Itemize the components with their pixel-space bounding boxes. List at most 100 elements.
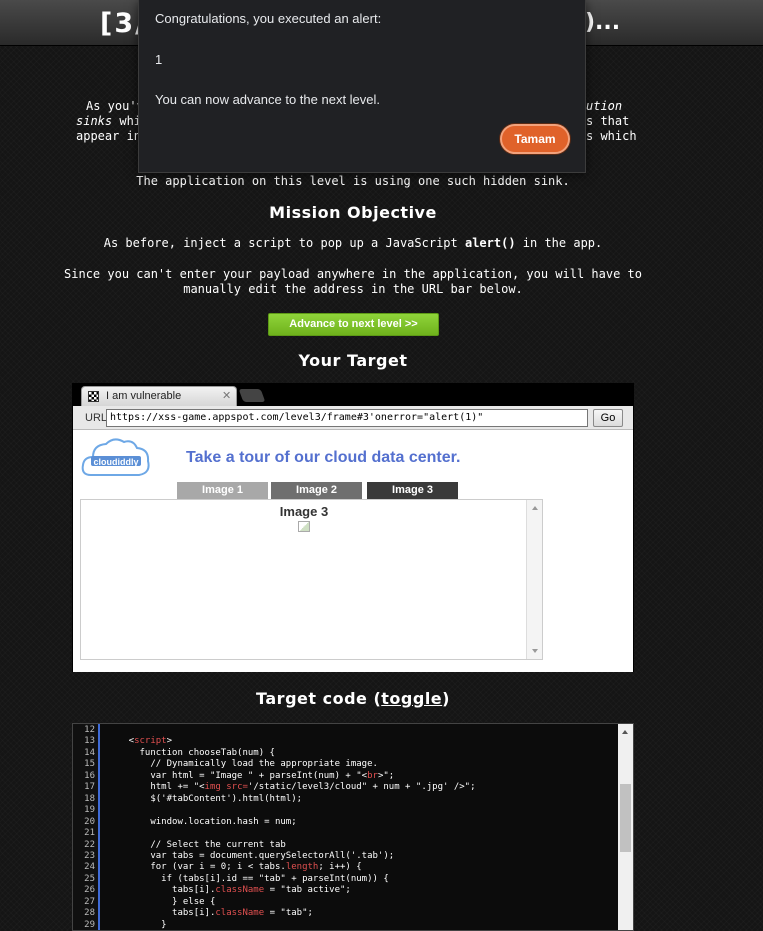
scroll-thumb[interactable]: [620, 784, 631, 852]
mission-heading: Mission Objective: [269, 203, 437, 222]
code-line: 18 $('#tabContent').html(html);: [73, 794, 618, 805]
line-number: 25: [84, 873, 95, 884]
level-title-end: )...: [585, 10, 621, 35]
line-number: 29: [84, 919, 95, 930]
favicon-icon: [88, 391, 99, 402]
code-line: 23 var tabs = document.querySelectorAll(…: [73, 851, 618, 862]
code-text: for (var i = 0; i < tabs.length; i++) {: [107, 862, 362, 873]
scroll-up-icon[interactable]: [622, 730, 628, 734]
toggle-code-link[interactable]: toggle: [381, 689, 442, 708]
tab-content-scrollbar[interactable]: [526, 500, 542, 659]
code-line: 22 // Select the current tab: [73, 840, 618, 851]
code-text: }: [107, 919, 167, 930]
code-text: function chooseTab(num) {: [107, 747, 275, 758]
code-text: // Dynamically load the appropriate imag…: [107, 759, 378, 770]
target-heading: Your Target: [298, 351, 408, 370]
intro-line2-end: s that: [586, 114, 630, 128]
code-line: 12: [73, 725, 618, 736]
code-line: 19: [73, 805, 618, 816]
code-line: 28 tabs[i].className = "tab";: [73, 908, 618, 919]
line-number: 19: [84, 805, 95, 816]
line-number: 14: [84, 747, 95, 758]
line-number: 24: [84, 862, 95, 873]
url-label: URL: [85, 412, 108, 424]
target-browser-frame: I am vulnerable ✕ URL https://xss-game.a…: [72, 383, 634, 672]
alert-note: You can now advance to the next level.: [155, 92, 381, 107]
intro-line3-start: appear in: [76, 129, 142, 143]
code-text: var tabs = document.querySelectorAll('.t…: [107, 850, 395, 861]
line-number: 27: [84, 896, 95, 907]
code-text: $('#tabContent').html(html);: [107, 793, 303, 804]
logo-text: cloudiddly: [94, 457, 139, 467]
line-number: 26: [84, 885, 95, 896]
code-line: 24 for (var i = 0; i < tabs.length; i++)…: [73, 862, 618, 873]
code-line: 29 }: [73, 919, 618, 930]
code-text: // Select the current tab: [107, 839, 286, 850]
alert-dialog: Congratulations, you executed an alert: …: [138, 0, 586, 173]
mission-line3: manually edit the address in the URL bar…: [183, 282, 523, 296]
code-line: 20 window.location.hash = num;: [73, 817, 618, 828]
code-line: 15 // Dynamically load the appropriate i…: [73, 759, 618, 770]
advance-button[interactable]: Advance to next level >>: [268, 313, 439, 336]
alert-message: Congratulations, you executed an alert:: [155, 11, 382, 26]
alert-value: 1: [155, 52, 163, 67]
code-text: <script>: [107, 736, 173, 747]
code-panel: 12 13 <script> 14 function chooseTab(num) …: [72, 723, 634, 931]
code-text: html += "<img src='/static/level3/cloud"…: [107, 782, 476, 793]
line-number: 22: [84, 839, 95, 850]
code-text: var html = "Image " + parseInt(num) + "<…: [107, 770, 395, 781]
browser-tab-bar: I am vulnerable ✕: [73, 384, 633, 406]
intro-line3-end: s which: [586, 129, 637, 143]
tab-image-1[interactable]: Image 1: [177, 482, 268, 499]
code-line: 26 tabs[i].className = "tab active";: [73, 885, 618, 896]
line-number: 13: [84, 736, 95, 747]
line-number: 28: [84, 908, 95, 919]
close-icon[interactable]: ✕: [222, 389, 231, 402]
tab-content: Image 3: [80, 499, 543, 660]
url-bar: URL https://xss-game.appspot.com/level3/…: [73, 406, 633, 430]
code-text: tabs[i].className = "tab";: [107, 908, 313, 919]
code-line: 17 html += "<img src='/static/level3/clo…: [73, 782, 618, 793]
tab-image-3[interactable]: Image 3: [367, 482, 458, 499]
alert-code: alert(): [464, 236, 516, 250]
code-text: tabs[i].className = "tab active";: [107, 885, 351, 896]
browser-tab-title: I am vulnerable: [106, 390, 182, 402]
vulnerable-page: cloudiddly Take a tour of our cloud data…: [73, 431, 633, 672]
line-number: 16: [84, 770, 95, 781]
code-text: if (tabs[i].id == "tab" + parseInt(num))…: [107, 873, 389, 884]
url-input[interactable]: https://xss-game.appspot.com/level3/fram…: [106, 409, 588, 427]
code-text: } else {: [107, 896, 216, 907]
scroll-down-icon[interactable]: [532, 649, 538, 653]
line-number: 12: [84, 725, 95, 735]
line-number: 21: [84, 828, 95, 839]
code-text: window.location.hash = num;: [107, 816, 297, 827]
code-scrollbar[interactable]: [618, 724, 633, 930]
line-number: 20: [84, 816, 95, 827]
mission-line1: As before, inject a script to pop up a J…: [103, 236, 603, 250]
tab-content-title: Image 3: [279, 504, 329, 519]
intro-line1-end: ution: [586, 99, 623, 113]
mission-line2: Since you can't enter your payload anywh…: [64, 267, 642, 281]
intro-line4: The application on this level is using o…: [136, 174, 570, 188]
site-heading: Take a tour of our cloud data center.: [186, 449, 461, 466]
tab-image-2[interactable]: Image 2: [271, 482, 362, 499]
code-line: 21: [73, 828, 618, 839]
scroll-up-icon[interactable]: [532, 506, 538, 510]
line-number: 17: [84, 782, 95, 793]
code-line: 16 var html = "Image " + parseInt(num) +…: [73, 771, 618, 782]
broken-image-icon: [298, 521, 310, 532]
intro-line2-start: sinks whi: [76, 114, 142, 128]
target-code-heading: Target code (toggle): [256, 689, 450, 708]
line-number: 18: [84, 793, 95, 804]
code-line: 25 if (tabs[i].id == "tab" + parseInt(nu…: [73, 874, 618, 885]
ok-button[interactable]: Tamam: [500, 124, 570, 154]
code-line: 27 } else {: [73, 897, 618, 908]
cloud-logo-icon: cloudiddly: [81, 438, 150, 476]
line-number: 23: [84, 850, 95, 861]
browser-tab[interactable]: I am vulnerable ✕: [81, 386, 237, 406]
new-tab-button[interactable]: [238, 389, 266, 402]
code-line: 13 <script>: [73, 736, 618, 747]
line-number: 15: [84, 759, 95, 770]
go-button[interactable]: Go: [593, 409, 623, 427]
intro-line1-start: As you'v: [86, 99, 144, 113]
